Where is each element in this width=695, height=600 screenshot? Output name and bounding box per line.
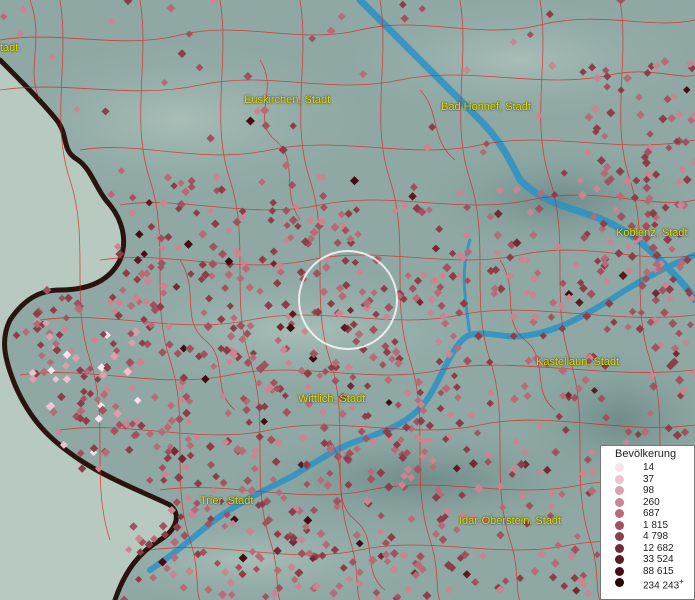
legend-swatch [615,520,624,530]
city-label-kastellaun[interactable]: Kastellaun, Stadt [536,356,619,368]
legend-value: 4 798 [643,531,668,542]
legend-entry: 234 243+ [601,577,694,591]
legend-plus-sign: + [679,577,684,586]
legend-value: 12 682 [643,543,674,554]
legend-value: 234 243+ [643,577,684,591]
legend-swatch [615,463,624,472]
legend-swatch [615,497,624,507]
legend-entry: 98 [601,485,694,497]
legend-entry: 4 798 [601,531,694,543]
search-radius-circle[interactable] [298,250,398,350]
legend-entry: 12 682 [601,543,694,555]
legend-entry: 1 815 [601,520,694,532]
legend-value-text: 12 682 [643,542,674,554]
legend-value-text: 37 [643,473,655,485]
city-label-cut-off[interactable]: tadt [0,42,18,54]
legend-value-text: 4 798 [643,531,669,542]
city-name: Trier, Stadt [200,495,254,507]
legend-swatch [615,566,624,576]
city-label-koblenz[interactable]: Koblenz, Stadt [616,227,688,239]
legend-value-text: 260 [643,496,660,508]
city-name: Wittlich, Stadt [298,393,366,405]
legend-value-text: 33 524 [643,554,674,565]
city-label-euskirchen[interactable]: Euskirchen, Stadt [244,94,330,106]
population-legend: Bevölkerung 14 37 98 260 687 1 815 4 798 12 682… [600,445,695,600]
legend-swatch [615,555,624,564]
city-label-wittlich[interactable]: Wittlich, Stadt [298,393,365,405]
legend-swatch [615,486,624,495]
legend-entry: 260 [601,497,694,509]
city-name: Idar-Oberstein, Stadt [459,515,562,527]
city-name: Koblenz, Stadt [616,227,688,239]
legend-value: 14 [643,462,654,473]
city-name: Kastellaun, Stadt [536,356,620,368]
legend-value: 260 [643,497,660,508]
legend-entry: 14 [601,462,694,474]
city-label-trier[interactable]: Trier, Stadt [200,495,253,507]
legend-value: 33 524 [643,554,674,565]
city-label-idar-oberstein[interactable]: Idar-Oberstein, Stadt [459,515,561,527]
legend-value-text: 1 815 [643,519,669,531]
city-label-bad-honnef[interactable]: Bad Honnef, Stadt [441,101,531,113]
legend-entry: 33 524 [601,554,694,566]
legend-value: 88 615 [643,566,674,577]
legend-value-text: 234 243 [643,580,680,592]
legend-swatch [615,474,624,484]
legend-value-text: 98 [643,485,655,496]
city-name: tadt [0,42,19,54]
legend-entries: 14 37 98 260 687 1 815 4 798 12 682 33 524 88 615… [601,462,694,591]
legend-value: 98 [643,485,654,496]
legend-value-text: 88 615 [643,565,674,577]
legend-swatch [615,509,624,518]
legend-swatch [615,532,624,541]
legend-entry: 88 615 [601,566,694,578]
legend-entry: 687 [601,508,694,520]
legend-swatch [615,578,624,587]
legend-value: 687 [643,508,660,519]
legend-entry: 37 [601,474,694,486]
legend-value-text: 687 [643,508,660,519]
legend-title: Bevölkerung [615,448,677,460]
city-name: Euskirchen, Stadt [244,94,331,106]
city-name: Bad Honnef, Stadt [441,101,531,113]
map-view[interactable]: tadt Euskirchen, Stadt Bad Honnef, Stadt… [0,0,695,600]
legend-swatch [615,543,624,553]
legend-value: 37 [643,474,654,485]
legend-value: 1 815 [643,520,668,531]
legend-value-text: 14 [643,462,655,473]
